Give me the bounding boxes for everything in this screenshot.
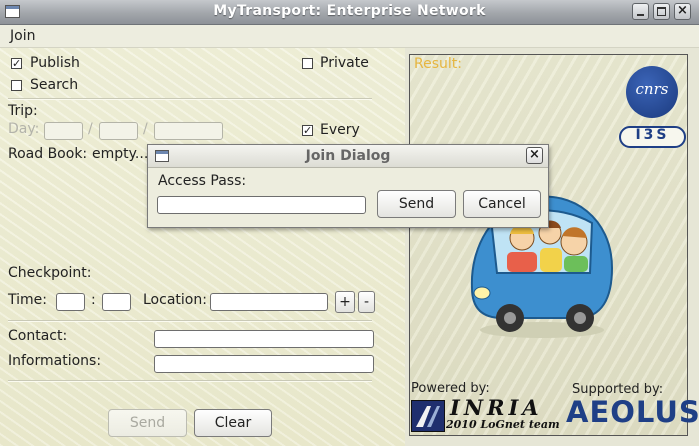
time-separator: : bbox=[91, 292, 96, 308]
date-separator: / bbox=[88, 121, 93, 137]
separator bbox=[8, 380, 372, 382]
roadbook-label: Road Book: bbox=[8, 146, 88, 162]
year-field[interactable] bbox=[154, 122, 223, 140]
access-pass-label: Access Pass: bbox=[158, 173, 247, 189]
location-field[interactable] bbox=[210, 293, 328, 311]
dialog-close-button[interactable]: × bbox=[526, 147, 543, 164]
clear-button[interactable]: Clear bbox=[194, 409, 272, 437]
close-window-button[interactable]: × bbox=[674, 3, 691, 20]
minimize-button[interactable] bbox=[632, 3, 649, 20]
checkpoint-label: Checkpoint: bbox=[8, 265, 92, 281]
informations-label: Informations: bbox=[8, 353, 102, 369]
dialog-title: Join Dialog bbox=[305, 148, 391, 164]
private-checkbox[interactable] bbox=[302, 58, 313, 69]
form-panel bbox=[0, 48, 405, 446]
day-field[interactable] bbox=[44, 122, 83, 140]
time-label: Time: bbox=[8, 292, 47, 308]
publish-checkbox[interactable]: ✓ bbox=[11, 58, 22, 69]
cnrs-logo-text: cnrs bbox=[635, 80, 669, 98]
inria-logo-text: INRIA bbox=[450, 395, 543, 420]
add-location-button[interactable]: + bbox=[335, 291, 355, 313]
date-separator: / bbox=[143, 121, 148, 137]
hour-field[interactable] bbox=[56, 293, 85, 311]
search-checkbox[interactable] bbox=[11, 80, 22, 91]
minute-field[interactable] bbox=[102, 293, 131, 311]
trip-label: Trip: bbox=[8, 103, 38, 119]
contact-field[interactable] bbox=[154, 330, 374, 348]
informations-field[interactable] bbox=[154, 355, 374, 373]
month-field[interactable] bbox=[99, 122, 138, 140]
separator bbox=[8, 98, 372, 100]
remove-location-button[interactable]: - bbox=[358, 291, 375, 313]
aeolus-logo-text: AEOLUS bbox=[566, 395, 699, 429]
publish-label: Publish bbox=[30, 55, 80, 71]
access-pass-field[interactable] bbox=[157, 196, 366, 214]
separator bbox=[8, 320, 372, 322]
result-label: Result: bbox=[414, 56, 462, 72]
window-title: MyTransport: Enterprise Network bbox=[213, 3, 486, 19]
dialog-cancel-button[interactable]: Cancel bbox=[463, 190, 541, 218]
maximize-button[interactable] bbox=[653, 3, 670, 20]
private-label: Private bbox=[320, 55, 369, 71]
dialog-send-button[interactable]: Send bbox=[377, 190, 456, 218]
every-label: Every bbox=[320, 122, 360, 138]
location-label: Location: bbox=[143, 292, 207, 308]
day-label: Day: bbox=[8, 121, 40, 137]
menu-join[interactable]: Join bbox=[10, 28, 35, 44]
i3s-logo-text: I3S bbox=[635, 127, 670, 143]
every-checkbox[interactable]: ✓ bbox=[302, 125, 313, 136]
contact-label: Contact: bbox=[8, 328, 68, 344]
send-button[interactable]: Send bbox=[108, 409, 187, 437]
search-label: Search bbox=[30, 77, 79, 93]
roadbook-value[interactable]: empty... bbox=[92, 146, 148, 162]
team-credit: 2010 LoGnet team bbox=[446, 418, 560, 431]
inria-swoosh-icon bbox=[416, 406, 440, 427]
powered-by-label: Powered by: bbox=[411, 381, 490, 396]
menu-bar bbox=[0, 25, 699, 48]
